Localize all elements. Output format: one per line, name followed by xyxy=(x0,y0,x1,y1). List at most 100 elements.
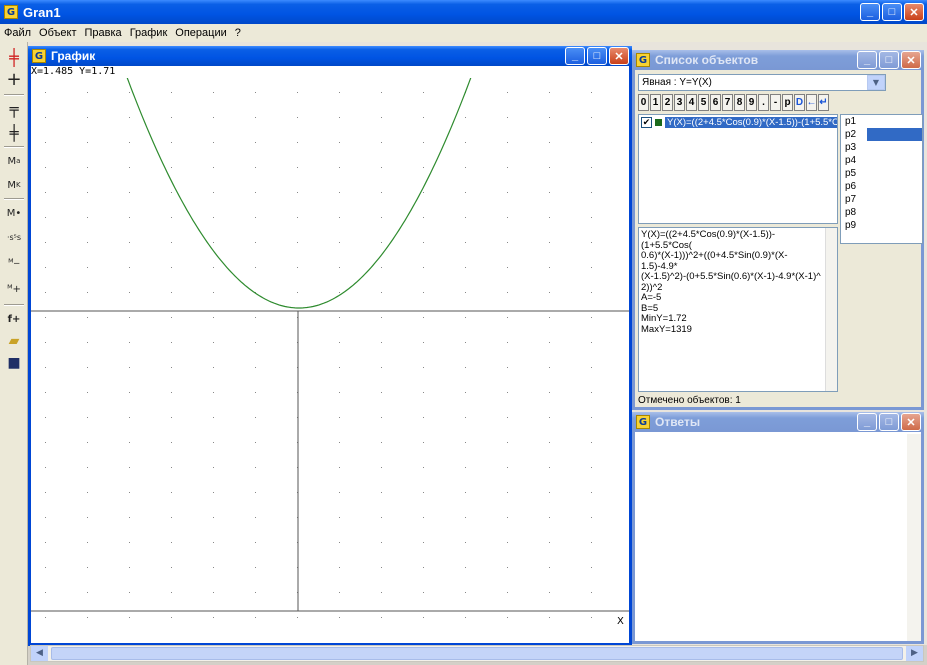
menu-object[interactable]: Объект xyxy=(39,27,76,39)
grid-dot xyxy=(339,392,340,393)
graph-title-bar[interactable]: G График _ □ ✕ xyxy=(28,46,632,66)
grid-dot xyxy=(213,292,214,293)
grid-dot xyxy=(45,517,46,518)
minimize-icon[interactable]: _ xyxy=(860,3,880,21)
plot-canvas[interactable]: X xyxy=(31,78,629,643)
grid-dot xyxy=(591,342,592,343)
grid-dot xyxy=(381,292,382,293)
minimize-icon[interactable]: _ xyxy=(565,47,585,65)
object-info[interactable]: Y(X)=((2+4.5*Cos(0.9)*(X-1.5))-(1+5.5*Co… xyxy=(638,227,838,392)
grid-dot xyxy=(45,592,46,593)
key-minus[interactable]: - xyxy=(770,94,781,111)
grid-dot xyxy=(591,142,592,143)
grid-dot xyxy=(549,317,550,318)
minimize-icon[interactable]: _ xyxy=(857,413,877,431)
grid-dot xyxy=(129,167,130,168)
grid-dot xyxy=(45,142,46,143)
close-icon[interactable]: ✕ xyxy=(609,47,629,65)
mode-select[interactable]: Явная : Y=Y(X) xyxy=(638,74,886,91)
save-icon[interactable]: ■ xyxy=(3,352,25,374)
grid-dot xyxy=(423,317,424,318)
grid-dot xyxy=(213,442,214,443)
list-item[interactable]: p5 xyxy=(841,167,922,180)
grid-dot xyxy=(339,442,340,443)
axes-icon[interactable]: + xyxy=(3,68,25,90)
list-item[interactable]: p7 xyxy=(841,193,922,206)
key-d[interactable]: D xyxy=(794,94,805,111)
grid-dot xyxy=(381,92,382,93)
key-1[interactable]: 1 xyxy=(650,94,661,111)
red-axes-icon[interactable]: ╪ xyxy=(3,46,25,68)
scrollbar[interactable] xyxy=(907,434,921,641)
menu-edit[interactable]: Правка xyxy=(85,27,122,39)
axes-move-icon[interactable]: ╤ xyxy=(3,98,25,120)
list-item[interactable]: p6 xyxy=(841,180,922,193)
menu-file[interactable]: Файл xyxy=(4,27,31,39)
grid-dot xyxy=(45,392,46,393)
key-6[interactable]: 6 xyxy=(710,94,721,111)
list-item[interactable]: p2 xyxy=(841,128,922,141)
scroll-thumb[interactable] xyxy=(51,647,903,660)
info-line: MinY=1.72 xyxy=(641,313,687,324)
list-item[interactable]: p3 xyxy=(841,141,922,154)
mk-icon[interactable]: MK xyxy=(3,174,25,196)
key-7[interactable]: 7 xyxy=(722,94,733,111)
list-item[interactable]: p4 xyxy=(841,154,922,167)
minimize-icon[interactable]: _ xyxy=(857,51,877,69)
close-icon[interactable]: ✕ xyxy=(904,3,924,21)
key-0[interactable]: 0 xyxy=(638,94,649,111)
grid-dot xyxy=(339,542,340,543)
key-4[interactable]: 4 xyxy=(686,94,697,111)
points-icon[interactable]: ·s⁵s xyxy=(3,226,25,248)
grid-dot xyxy=(213,367,214,368)
checkbox[interactable]: ✔ xyxy=(641,117,652,128)
grid-dot xyxy=(591,367,592,368)
object-formula[interactable]: Y(X)=((2+4.5*Cos(0.9)*(X-1.5))-(1+5.5*Co… xyxy=(665,117,837,128)
menu-operations[interactable]: Операции xyxy=(175,27,226,39)
grid-dot xyxy=(213,92,214,93)
grid-dot xyxy=(507,592,508,593)
horizontal-scrollbar[interactable]: ◀ ▶ xyxy=(30,645,924,662)
grid-dot xyxy=(549,367,550,368)
objects-title-bar[interactable]: G Список объектов _ □ ✕ xyxy=(632,50,924,70)
close-icon[interactable]: ✕ xyxy=(901,413,921,431)
maximize-icon[interactable]: □ xyxy=(879,51,899,69)
list-item[interactable]: ✔ Y(X)=((2+4.5*Cos(0.9)*(X-1.5))-(1+5.5*… xyxy=(641,117,837,128)
key-8[interactable]: 8 xyxy=(734,94,745,111)
grid-dot xyxy=(45,92,46,93)
close-icon[interactable]: ✕ xyxy=(901,51,921,69)
key-9[interactable]: 9 xyxy=(746,94,757,111)
scrollbar[interactable] xyxy=(825,228,837,391)
chevron-down-icon[interactable]: ▼ xyxy=(867,75,885,90)
mark-point-icon[interactable]: M• xyxy=(3,202,25,224)
maximize-icon[interactable]: □ xyxy=(882,3,902,21)
chevron-left-icon[interactable]: ◀ xyxy=(31,646,48,661)
key-5[interactable]: 5 xyxy=(698,94,709,111)
key-dot[interactable]: . xyxy=(758,94,769,111)
maximize-icon[interactable]: □ xyxy=(879,413,899,431)
ma-icon[interactable]: Ma xyxy=(3,150,25,172)
plus-icon[interactable]: ᴹ+ xyxy=(3,278,25,300)
maximize-icon[interactable]: □ xyxy=(587,47,607,65)
key-3[interactable]: 3 xyxy=(674,94,685,111)
grid-dot xyxy=(507,492,508,493)
menu-graph[interactable]: График xyxy=(130,27,168,39)
axes-alt-icon[interactable]: ╪ xyxy=(3,122,25,144)
menu-help[interactable]: ? xyxy=(235,27,241,39)
key-p[interactable]: p xyxy=(782,94,793,111)
graph-window: G График _ □ ✕ X=1.485 Y=1.71 X xyxy=(28,46,632,646)
key-2[interactable]: 2 xyxy=(662,94,673,111)
enter-icon[interactable]: ↵ xyxy=(818,94,829,111)
grid-dot xyxy=(171,417,172,418)
list-item[interactable]: p9 xyxy=(841,219,922,232)
minus-icon[interactable]: ᴹ‒ xyxy=(3,252,25,274)
list-item[interactable]: p8 xyxy=(841,206,922,219)
function-add-icon[interactable]: f+ xyxy=(3,308,25,330)
backspace-icon[interactable]: ← xyxy=(806,94,817,111)
open-folder-icon[interactable]: ▰ xyxy=(3,330,25,352)
list-item[interactable]: p1 xyxy=(841,115,922,128)
app-title-bar[interactable]: G Gran1 _ □ ✕ xyxy=(0,0,927,24)
chevron-right-icon[interactable]: ▶ xyxy=(906,646,923,661)
grid-dot xyxy=(129,317,130,318)
answers-title-bar[interactable]: G Ответы _ □ ✕ xyxy=(632,412,924,432)
